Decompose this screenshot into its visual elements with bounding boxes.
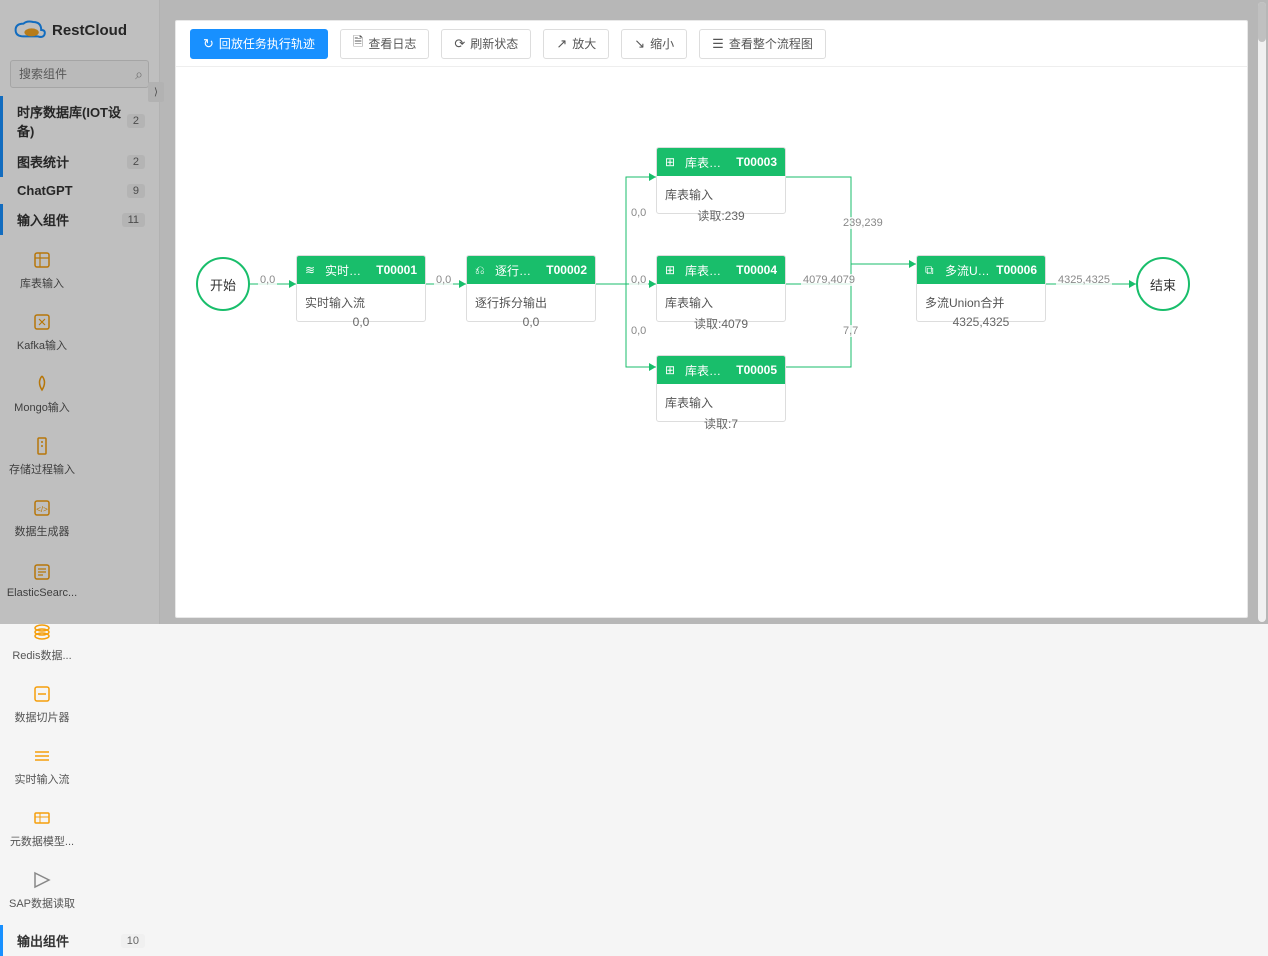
component-data-generator[interactable]: </>数据生成器 (4, 487, 80, 549)
toolbar: ↻回放任务执行轨迹 🗎查看日志 ⟳刷新状态 ↗放大 ↘缩小 ☰查看整个流程图 (176, 21, 1247, 67)
scrollbar-thumb[interactable] (1258, 2, 1266, 42)
node-t00003[interactable]: ⊞库表输入T00003 库表输入 (656, 147, 786, 214)
arrowhead (649, 173, 656, 181)
edge-label: 0,0 (629, 274, 648, 286)
node-t00006[interactable]: ⧉多流Union...T00006 多流Union合并 (916, 255, 1046, 322)
replay-icon: ↻ (203, 36, 214, 52)
node-t00004[interactable]: ⊞库表输入T00004 库表输入 (656, 255, 786, 322)
view-all-button[interactable]: ☰查看整个流程图 (699, 29, 826, 59)
end-node[interactable]: 结束 (1136, 257, 1190, 311)
es-icon (31, 561, 53, 583)
start-node[interactable]: 开始 (196, 257, 250, 311)
node-t00001[interactable]: ≋实时输入流T00001 实时输入流 (296, 255, 426, 322)
replay-button[interactable]: ↻回放任务执行轨迹 (190, 29, 328, 59)
split-icon: ⎌ (475, 263, 491, 278)
edge-label: 4325,4325 (1056, 274, 1112, 286)
component-table-input[interactable]: 库表输入 (4, 239, 80, 301)
refresh-button[interactable]: ⟳刷新状态 (441, 29, 531, 59)
page-scrollbar[interactable] (1258, 2, 1266, 622)
node-subtext: 读取:4079 (656, 315, 786, 332)
component-redis[interactable]: Redis数据... (4, 611, 80, 673)
logo: RestCloud (0, 0, 159, 60)
stream-icon: ≋ (305, 263, 321, 277)
flow-canvas[interactable]: 0,0 0,0 0,0 0,0 0,0 239,239 4079,4079 7,… (176, 67, 1247, 617)
union-icon: ⧉ (925, 263, 941, 278)
table-icon: ⊞ (665, 363, 681, 377)
node-t00002[interactable]: ⎌逐行拆分输...T00002 逐行拆分输出 (466, 255, 596, 322)
category-count: 2 (127, 114, 145, 128)
component-search[interactable]: ⌕ (10, 60, 149, 88)
zoom-in-icon: ↗ (556, 36, 567, 52)
mongo-icon (31, 373, 53, 395)
edge-label: 0,0 (434, 274, 453, 286)
kafka-icon (31, 311, 53, 333)
category-label: 时序数据库(IOT设备) (17, 102, 127, 140)
arrowhead (289, 280, 296, 288)
edge-label: 7,7 (841, 325, 860, 337)
component-kafka-input[interactable]: Kafka输入 (4, 301, 80, 363)
zoom-in-button[interactable]: ↗放大 (543, 29, 609, 59)
category-input[interactable]: 输入组件 11 (0, 204, 159, 235)
category-label: 输出组件 (17, 931, 69, 950)
sap-icon (31, 869, 53, 891)
table-icon: ⊞ (665, 155, 681, 169)
component-sap-input[interactable]: SAP数据读取 (4, 859, 80, 921)
category-chart[interactable]: 图表统计 2 (0, 146, 159, 177)
table-icon (31, 249, 53, 271)
view-logs-button[interactable]: 🗎查看日志 (340, 29, 429, 59)
model-icon (31, 807, 53, 829)
node-footer: 0,0 (466, 315, 596, 329)
input-components-grid: 库表输入 Kafka输入 Mongo输入 存储过程输入 </>数据生成器 Ela… (0, 235, 159, 925)
brand-name: RestCloud (52, 22, 127, 39)
sidebar-collapse-toggle[interactable]: ⟩ (148, 82, 164, 102)
node-t00005[interactable]: ⊞库表输入T00005 库表输入 (656, 355, 786, 422)
arrowhead (909, 260, 916, 268)
slicer-icon (31, 683, 53, 705)
category-count: 10 (121, 934, 145, 948)
category-chatgpt[interactable]: ChatGPT 9 (0, 177, 159, 204)
arrowhead (649, 280, 656, 288)
flow-dialog: ↻回放任务执行轨迹 🗎查看日志 ⟳刷新状态 ↗放大 ↘缩小 ☰查看整个流程图 (175, 20, 1248, 618)
refresh-icon: ⟳ (454, 36, 465, 52)
sidebar: RestCloud ⌕ ⟩ 时序数据库(IOT设备) 2 图表统计 2 Chat… (0, 0, 160, 624)
arrowhead (459, 280, 466, 288)
category-count: 11 (122, 213, 145, 227)
proc-icon (31, 435, 53, 457)
category-label: 输入组件 (17, 210, 69, 229)
svg-text:</>: </> (36, 505, 48, 514)
edge-label: 0,0 (629, 325, 648, 337)
edge-label: 4079,4079 (801, 274, 857, 286)
arrowhead (649, 363, 656, 371)
category-count: 2 (127, 155, 145, 169)
category-output[interactable]: 输出组件 10 (0, 925, 159, 956)
component-mongo-input[interactable]: Mongo输入 (4, 363, 80, 425)
zoom-out-button[interactable]: ↘缩小 (621, 29, 687, 59)
edge-label: 0,0 (258, 274, 277, 286)
table-icon: ⊞ (665, 263, 681, 277)
generator-icon: </> (31, 497, 53, 519)
zoom-out-icon: ↘ (634, 36, 645, 52)
component-realtime-input[interactable]: 实时输入流 (4, 735, 80, 797)
component-data-slicer[interactable]: 数据切片器 (4, 673, 80, 735)
category-iot[interactable]: 时序数据库(IOT设备) 2 (0, 96, 159, 146)
arrowhead (1129, 280, 1136, 288)
category-label: ChatGPT (17, 183, 73, 198)
edge-label: 0,0 (629, 207, 648, 219)
document-icon: 🗎 (353, 33, 363, 55)
search-input[interactable] (10, 60, 149, 88)
fit-icon: ☰ (712, 36, 724, 52)
node-subtext: 读取:239 (656, 207, 786, 224)
edge-label: 239,239 (841, 217, 885, 229)
category-count: 9 (127, 184, 145, 198)
redis-icon (31, 621, 53, 643)
category-label: 图表统计 (17, 152, 69, 171)
node-subtext: 读取:7 (656, 415, 786, 432)
node-footer: 0,0 (296, 315, 426, 329)
stream-icon (31, 745, 53, 767)
cloud-logo-icon (14, 20, 46, 40)
node-footer: 4325,4325 (916, 315, 1046, 329)
component-elasticsearch[interactable]: ElasticSearc... (4, 549, 80, 611)
component-stored-proc-input[interactable]: 存储过程输入 (4, 425, 80, 487)
component-metadata-model[interactable]: 元数据模型... (4, 797, 80, 859)
